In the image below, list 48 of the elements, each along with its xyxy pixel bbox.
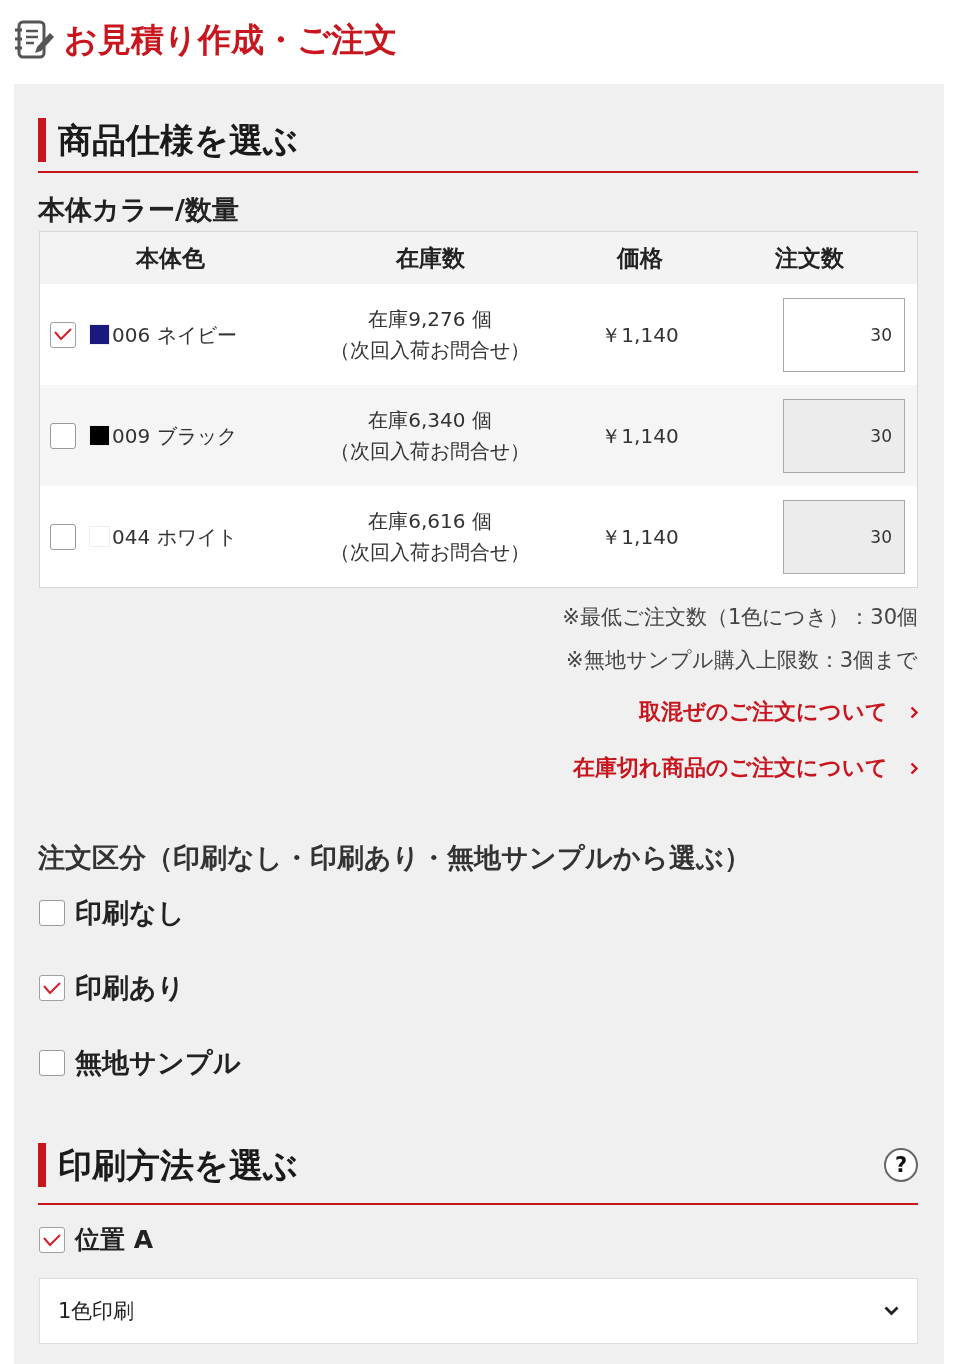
column-header: 価格: [615, 244, 664, 273]
price-text: ￥1,140: [601, 423, 679, 448]
section-marker-icon: [38, 1143, 46, 1187]
option-label: 無地サンプル: [75, 1046, 241, 1080]
section-heading: 印刷方法を選ぶ: [58, 1144, 298, 1187]
stock-note: （次回入荷お問合せ）: [329, 538, 531, 566]
stock-note: （次回入荷お問合せ）: [329, 437, 531, 465]
help-button[interactable]: ?: [884, 1148, 918, 1182]
price-text: ￥1,140: [601, 524, 679, 549]
color-name: 006 ネイビー: [112, 321, 237, 349]
checkbox[interactable]: [39, 1227, 65, 1253]
column-header: 在庫数: [394, 244, 466, 273]
column-header: 注文数: [774, 244, 845, 273]
column-header: 本体色: [134, 244, 206, 273]
option-label: 印刷なし: [75, 896, 185, 930]
price-text: ￥1,140: [601, 322, 679, 347]
order-type-heading: 注文区分（印刷なし・印刷あり・無地サンプルから選ぶ）: [38, 841, 752, 875]
option-label: 印刷あり: [75, 971, 185, 1005]
print-method-select[interactable]: 1色印刷: [39, 1278, 918, 1344]
stock-count: 在庫9,276 個: [367, 305, 493, 333]
checkbox[interactable]: [50, 523, 76, 550]
checkbox[interactable]: [50, 422, 76, 449]
check-icon: [54, 328, 72, 341]
table-caption: 本体カラー/数量: [38, 193, 240, 227]
check-icon: [43, 981, 61, 995]
note-text: ※無地サンプル購入上限数：3個まで: [565, 647, 918, 674]
chevron-right-icon: [910, 705, 918, 719]
checkbox[interactable]: [39, 900, 65, 926]
chevron-down-icon: [884, 1306, 899, 1316]
section-marker-icon: [38, 118, 46, 162]
checkbox[interactable]: [39, 975, 65, 1001]
info-link[interactable]: 取混ぜのご注文について: [639, 697, 918, 727]
check-icon: [43, 1233, 61, 1247]
notepad-pencil-icon: [14, 20, 54, 60]
position-label: 位置 A: [75, 1224, 154, 1256]
note-text: ※最低ご注文数（1色につき）：30個: [561, 604, 918, 631]
quantity-input[interactable]: 30: [783, 297, 905, 372]
stock-count: 在庫6,616 個: [367, 507, 493, 535]
stock-count: 在庫6,340 個: [367, 406, 493, 434]
checkbox[interactable]: [50, 321, 76, 348]
section-heading: 商品仕様を選ぶ: [58, 119, 298, 162]
checkbox[interactable]: [39, 1050, 65, 1076]
page-title: お見積り作成・ご注文: [64, 19, 397, 61]
color-name: 009 ブラック: [112, 422, 237, 450]
chevron-right-icon: [910, 761, 918, 775]
info-link[interactable]: 在庫切れ商品のご注文について: [573, 753, 918, 783]
stock-note: （次回入荷お問合せ）: [329, 336, 531, 364]
color-name: 044 ホワイト: [112, 523, 237, 551]
